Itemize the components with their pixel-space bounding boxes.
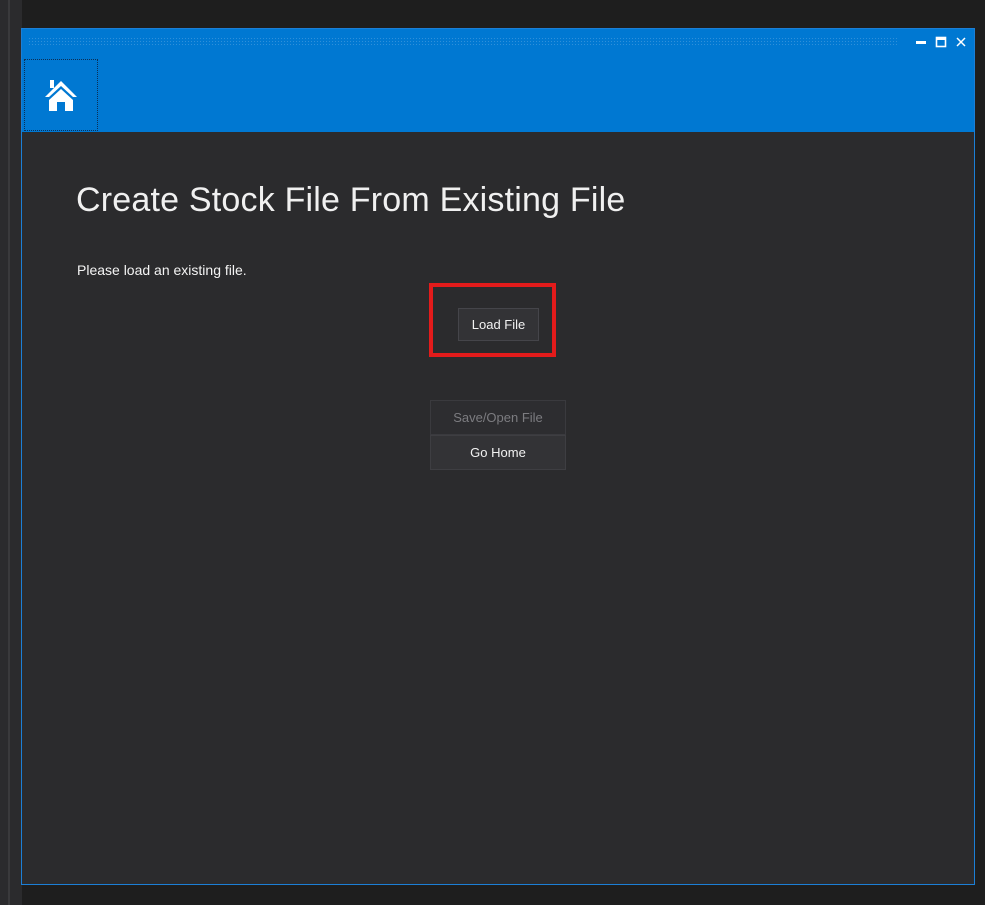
app-window: Create Stock File From Existing File Ple…	[21, 28, 975, 885]
title-bar[interactable]	[22, 29, 974, 132]
save-open-file-button[interactable]: Save/Open File	[430, 400, 566, 435]
page-title: Create Stock File From Existing File	[76, 181, 626, 219]
home-button[interactable]	[24, 59, 98, 131]
home-icon	[45, 80, 77, 111]
close-button[interactable]	[954, 35, 968, 49]
background-window-edge	[0, 0, 22, 905]
minimize-button[interactable]	[914, 35, 928, 49]
maximize-button[interactable]	[934, 35, 948, 49]
go-home-button[interactable]: Go Home	[430, 435, 566, 470]
instruction-text: Please load an existing file.	[77, 262, 247, 278]
maximize-icon	[935, 36, 947, 48]
minimize-icon	[916, 41, 926, 44]
window-controls	[914, 35, 968, 49]
load-file-button[interactable]: Load File	[458, 308, 539, 341]
background-window-border	[8, 0, 10, 905]
title-bar-grip[interactable]	[28, 37, 898, 45]
close-icon	[956, 37, 966, 47]
